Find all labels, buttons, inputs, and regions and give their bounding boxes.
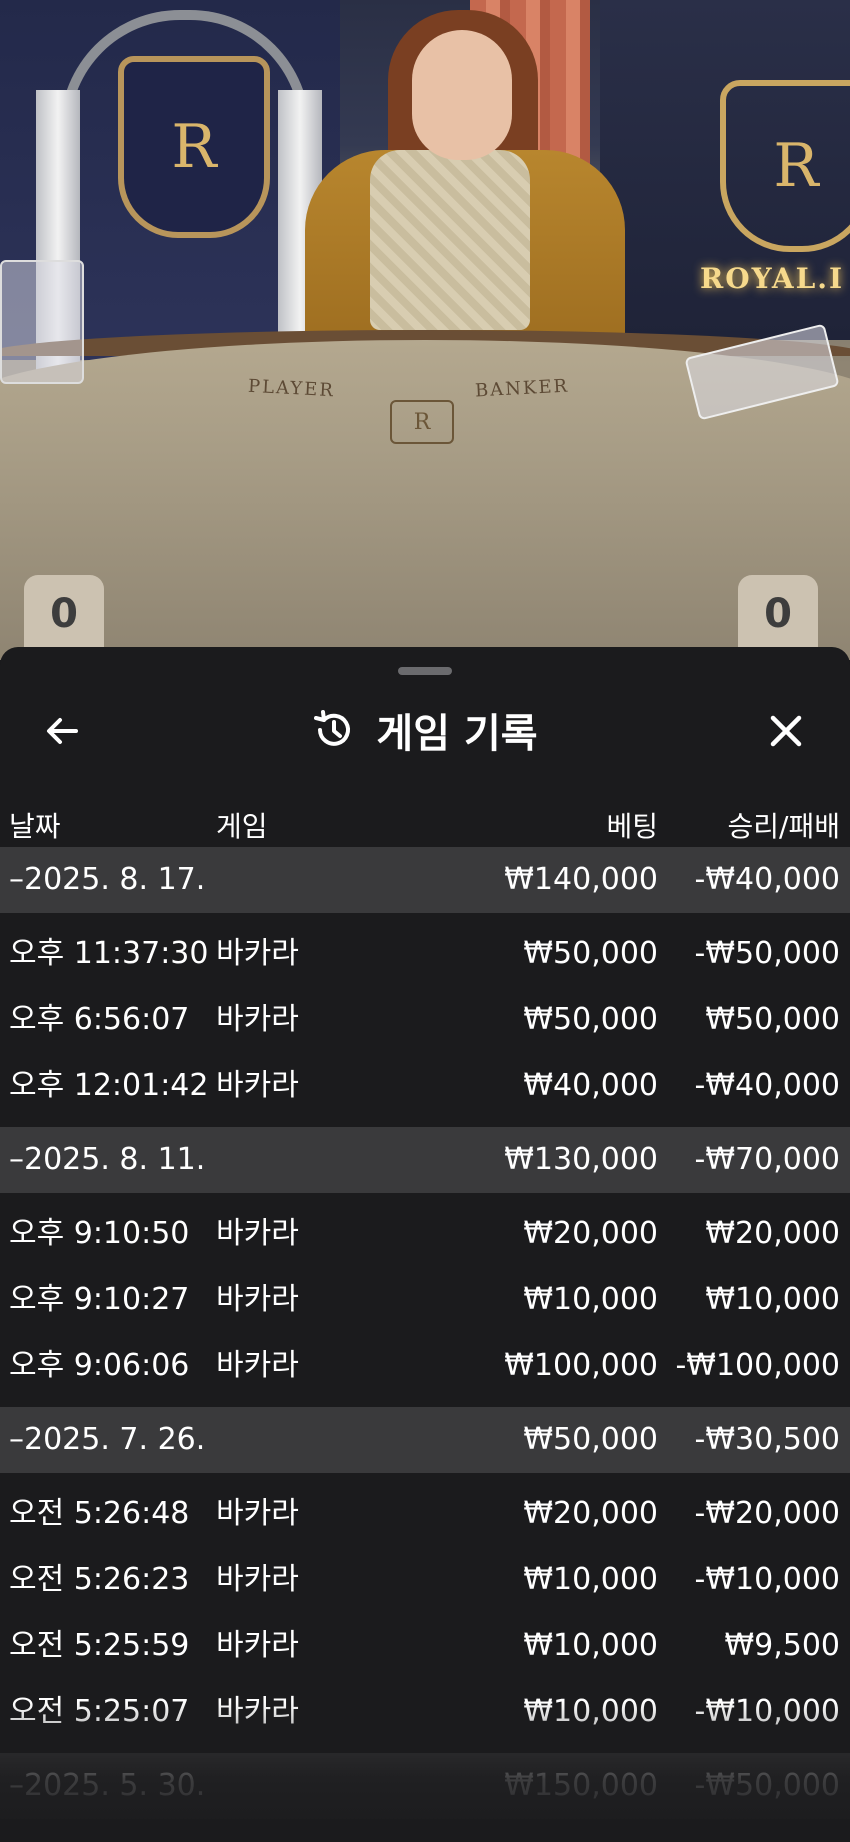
row-time: 오후 11:37:30: [9, 936, 209, 971]
date-group-header[interactable]: –2025. 7. 26. ₩50,000 -₩30,500: [0, 1407, 850, 1473]
group-date: –2025. 7. 26.: [9, 1422, 206, 1457]
brand-neon-sign: ROYAL.I: [700, 262, 845, 295]
row-bet: ₩20,000: [523, 1496, 658, 1531]
row-bet: ₩40,000: [523, 1068, 658, 1103]
row-bet: ₩10,000: [523, 1694, 658, 1729]
row-win-loss: -₩100,000: [675, 1348, 840, 1383]
group-win-loss-total: -₩30,500: [694, 1422, 840, 1457]
history-row[interactable]: 오후 9:10:27 바카라 ₩10,000 ₩10,000: [0, 1267, 850, 1333]
royal-crest-logo-right: R: [720, 80, 850, 252]
row-time: 오전 5:26:23: [9, 1562, 190, 1597]
row-bet: ₩50,000: [523, 936, 658, 971]
row-time: 오후 9:10:50: [9, 1216, 190, 1251]
group-date: –2025. 8. 11.: [9, 1142, 206, 1177]
group-date: –2025. 5. 30.: [9, 1768, 206, 1803]
close-icon: [770, 715, 802, 747]
history-table: –2025. 8. 17. ₩140,000 -₩40,000 오후 11:37:30…: [0, 847, 850, 1819]
date-group-header[interactable]: –2025. 8. 17. ₩140,000 -₩40,000: [0, 847, 850, 913]
row-win-loss: ₩10,000: [705, 1282, 840, 1317]
row-game: 바카라: [216, 1348, 299, 1383]
page-title: 게임 기록: [376, 711, 538, 757]
history-row[interactable]: 오전 5:25:59 바카라 ₩10,000 ₩9,500: [0, 1613, 850, 1679]
row-win-loss: -₩10,000: [694, 1562, 840, 1597]
row-win-loss: ₩50,000: [705, 1002, 840, 1037]
row-time: 오후 12:01:42: [9, 1068, 209, 1103]
history-row[interactable]: 오후 9:06:06 바카라 ₩100,000 -₩100,000: [0, 1333, 850, 1399]
history-row[interactable]: 오후 11:37:30 바카라 ₩50,000 -₩50,000: [0, 921, 850, 987]
row-game: 바카라: [216, 1068, 299, 1103]
group-win-loss-total: -₩40,000: [694, 862, 840, 897]
row-game: 바카라: [216, 936, 299, 971]
drag-handle[interactable]: [398, 667, 452, 675]
game-history-sheet: 게임 기록 날짜 게임 베팅 승리/패배 –2025. 8. 17. ₩140,0…: [0, 647, 850, 1842]
history-row[interactable]: 오전 5:26:48 바카라 ₩20,000 -₩20,000: [0, 1481, 850, 1547]
group-win-loss-total: -₩50,000: [694, 1768, 840, 1803]
dealer-vest: [370, 150, 530, 330]
title-group: 게임 기록: [0, 687, 850, 773]
card-discard-tray: [0, 260, 84, 384]
back-button[interactable]: [30, 699, 94, 763]
live-dealer-video: R R ROYAL.I PLAYER BANKER R 0 0: [0, 0, 850, 660]
row-time: 오후 6:56:07: [9, 1002, 190, 1037]
row-game: 바카라: [216, 1496, 299, 1531]
row-bet: ₩50,000: [523, 1002, 658, 1037]
row-win-loss: -₩50,000: [694, 936, 840, 971]
history-row[interactable]: 오전 5:25:07 바카라 ₩10,000 -₩10,000: [0, 1679, 850, 1745]
row-time: 오전 5:25:07: [9, 1694, 190, 1729]
row-win-loss: -₩40,000: [694, 1068, 840, 1103]
group-bet-total: ₩140,000: [504, 862, 658, 897]
row-game: 바카라: [216, 1562, 299, 1597]
group-date: –2025. 8. 17.: [9, 862, 206, 897]
row-game: 바카라: [216, 1628, 299, 1663]
dealer-face: [412, 30, 512, 160]
row-win-loss: ₩9,500: [724, 1628, 840, 1663]
crest-letter: R: [171, 112, 217, 182]
group-bet-total: ₩130,000: [504, 1142, 658, 1177]
row-game: 바카라: [216, 1694, 299, 1729]
row-win-loss: -₩20,000: [694, 1496, 840, 1531]
row-win-loss: ₩20,000: [705, 1216, 840, 1251]
row-bet: ₩100,000: [504, 1348, 658, 1383]
row-win-loss: -₩10,000: [694, 1694, 840, 1729]
row-time: 오전 5:25:59: [9, 1628, 190, 1663]
sheet-header: 게임 기록: [0, 687, 850, 773]
row-game: 바카라: [216, 1282, 299, 1317]
arrow-left-icon: [47, 718, 78, 744]
row-bet: ₩10,000: [523, 1282, 658, 1317]
row-bet: ₩20,000: [523, 1216, 658, 1251]
crest-letter: R: [773, 131, 819, 201]
felt-player-label: PLAYER: [247, 375, 336, 402]
history-row[interactable]: 오전 5:26:23 바카라 ₩10,000 -₩10,000: [0, 1547, 850, 1613]
history-row[interactable]: 오후 6:56:07 바카라 ₩50,000 ₩50,000: [0, 987, 850, 1053]
history-icon: [314, 710, 351, 746]
row-time: 오후 9:10:27: [9, 1282, 190, 1317]
royal-crest-logo: R: [118, 56, 270, 238]
row-time: 오전 5:26:48: [9, 1496, 190, 1531]
group-bet-total: ₩150,000: [504, 1768, 658, 1803]
date-group-header[interactable]: –2025. 8. 11. ₩130,000 -₩70,000: [0, 1127, 850, 1193]
date-group-header[interactable]: –2025. 5. 30. ₩150,000 -₩50,000: [0, 1753, 850, 1819]
group-win-loss-total: -₩70,000: [694, 1142, 840, 1177]
row-bet: ₩10,000: [523, 1562, 658, 1597]
history-row[interactable]: 오후 9:10:50 바카라 ₩20,000 ₩20,000: [0, 1201, 850, 1267]
history-row[interactable]: 오후 12:01:42 바카라 ₩40,000 -₩40,000: [0, 1053, 850, 1119]
row-bet: ₩10,000: [523, 1628, 658, 1663]
row-game: 바카라: [216, 1002, 299, 1037]
group-bet-total: ₩50,000: [523, 1422, 658, 1457]
felt-crest: R: [390, 400, 454, 444]
crest-letter: R: [413, 409, 431, 435]
close-button[interactable]: [754, 699, 818, 763]
row-time: 오후 9:06:06: [9, 1348, 190, 1383]
row-game: 바카라: [216, 1216, 299, 1251]
